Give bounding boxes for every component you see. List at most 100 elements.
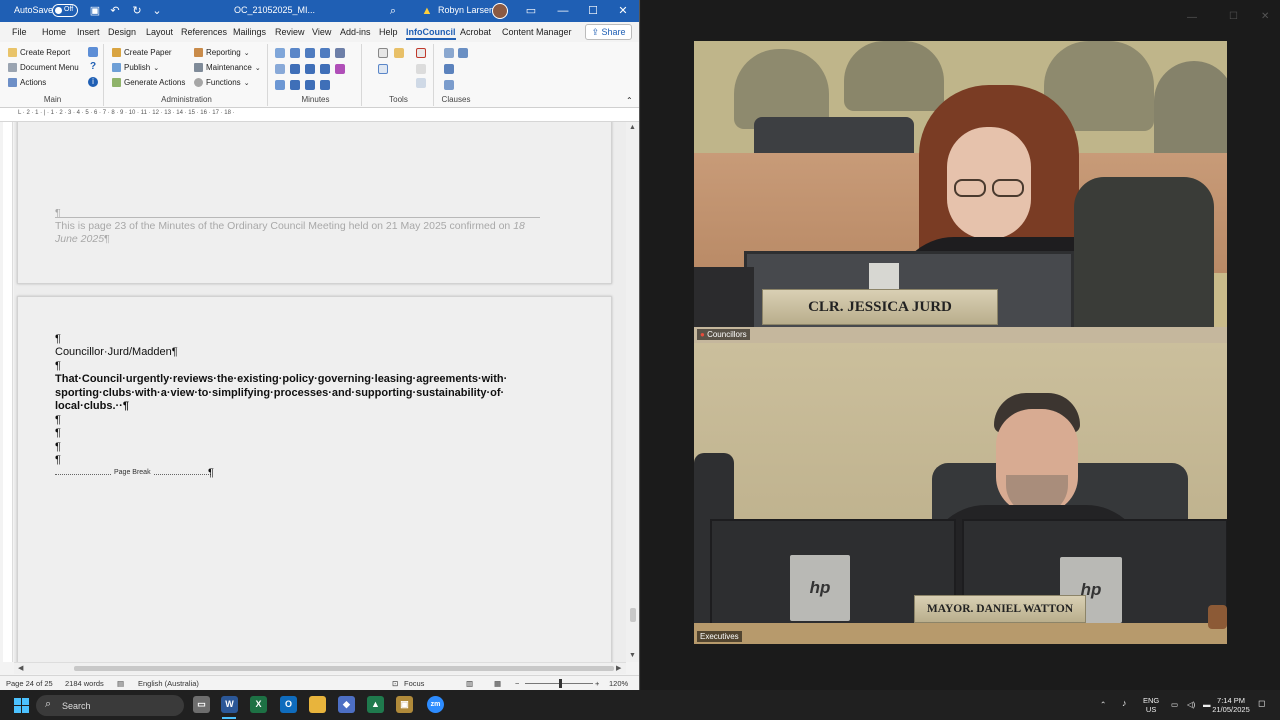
zoom-level[interactable]: 120%: [609, 679, 628, 688]
tab-view[interactable]: View: [312, 27, 331, 37]
minimize-icon[interactable]: —: [554, 3, 572, 19]
word-icon[interactable]: W: [221, 696, 238, 713]
create-report-button[interactable]: Create Report: [8, 48, 70, 57]
document-menu-button[interactable]: Document Menu: [8, 63, 79, 72]
vertical-scrollbar[interactable]: ▲ ▼: [626, 122, 639, 662]
help-icon[interactable]: ?: [88, 62, 98, 72]
spell-icon[interactable]: [416, 64, 426, 74]
minimize-icon[interactable]: —: [1187, 12, 1197, 23]
app-icon[interactable]: ▣: [396, 696, 413, 713]
excel-icon[interactable]: X: [250, 696, 267, 713]
minutes-tool-icon[interactable]: [275, 80, 285, 90]
minutes-tool-icon[interactable]: [275, 64, 285, 74]
zoom-slider-thumb[interactable]: [559, 679, 563, 688]
minutes-tool-icon[interactable]: [305, 64, 315, 74]
scroll-left-icon[interactable]: ◀: [18, 664, 23, 672]
info-icon[interactable]: i: [88, 77, 98, 87]
tab-layout[interactable]: Layout: [146, 27, 173, 37]
redo-icon[interactable]: ↻: [128, 3, 146, 19]
task-view-icon[interactable]: ▭: [193, 696, 210, 713]
minutes-tool-icon[interactable]: [335, 64, 345, 74]
file-explorer-icon[interactable]: [309, 696, 326, 713]
create-paper-button[interactable]: Create Paper: [112, 48, 172, 57]
close-icon[interactable]: ✕: [614, 3, 632, 19]
functions-button[interactable]: Functions ⌄: [194, 78, 250, 87]
maximize-icon[interactable]: ☐: [1229, 11, 1238, 22]
ribbon-display-icon[interactable]: ▭: [522, 3, 540, 19]
tab-help[interactable]: Help: [379, 27, 398, 37]
user-name[interactable]: Robyn Larsen: [438, 5, 494, 15]
minutes-tool-icon[interactable]: [320, 48, 330, 58]
minutes-tool-icon[interactable]: [305, 80, 315, 90]
panel-icon[interactable]: [88, 47, 98, 57]
maximize-icon[interactable]: ☐: [584, 3, 602, 19]
windows-start-icon[interactable]: [14, 698, 29, 713]
close-icon[interactable]: ✕: [1261, 11, 1269, 22]
maintenance-button[interactable]: Maintenance ⌄: [194, 63, 261, 72]
tab-content-manager[interactable]: Content Manager: [502, 27, 572, 37]
pdf-icon[interactable]: [416, 48, 426, 58]
search-box[interactable]: ⌕ Search: [36, 695, 184, 716]
focus-button[interactable]: Focus: [404, 679, 424, 688]
generate-actions-button[interactable]: Generate Actions: [112, 78, 185, 87]
hscroll-thumb[interactable]: [74, 666, 614, 671]
tab-references[interactable]: References: [181, 27, 227, 37]
clause-icon[interactable]: [444, 48, 454, 58]
actions-button[interactable]: Actions: [8, 78, 46, 87]
vertical-ruler[interactable]: [3, 122, 13, 662]
scroll-up-icon[interactable]: ▲: [629, 124, 636, 131]
copy-icon[interactable]: [378, 48, 388, 58]
mic-icon[interactable]: ♪: [1122, 699, 1127, 708]
undo-icon[interactable]: ↶: [106, 3, 124, 19]
volume-icon[interactable]: ◁): [1187, 700, 1195, 709]
zoom-in-button[interactable]: +: [595, 679, 599, 688]
zoom-icon[interactable]: zm: [427, 696, 444, 713]
read-mode-icon[interactable]: ▥: [466, 679, 473, 688]
folder-icon[interactable]: [394, 48, 404, 58]
tab-file[interactable]: File: [12, 27, 27, 37]
tab-add-ins[interactable]: Add-ins: [340, 27, 371, 37]
customize-toolbar-icon[interactable]: ⌄: [148, 3, 166, 19]
page-count[interactable]: Page 24 of 25: [6, 679, 53, 688]
focus-icon[interactable]: ⊡: [392, 679, 398, 688]
notification-icon[interactable]: ◻: [1258, 699, 1265, 708]
tab-acrobat[interactable]: Acrobat: [460, 27, 491, 37]
network-icon[interactable]: ▭: [1171, 700, 1178, 709]
autosave-toggle[interactable]: Off: [52, 4, 78, 17]
word-count[interactable]: 2184 words: [65, 679, 104, 688]
scroll-down-icon[interactable]: ▼: [629, 652, 636, 659]
minutes-tool-icon[interactable]: [290, 48, 300, 58]
app-icon[interactable]: ▲: [367, 696, 384, 713]
clause-icon[interactable]: [444, 64, 454, 74]
minutes-tool-icon[interactable]: [305, 48, 315, 58]
language[interactable]: English (Australia): [138, 679, 199, 688]
proofing-icon[interactable]: ▤: [117, 679, 124, 688]
minutes-tool-icon[interactable]: [320, 80, 330, 90]
document-title[interactable]: OC_21052025_MI...: [234, 5, 315, 15]
tool-icon[interactable]: [416, 78, 426, 88]
outlook-icon[interactable]: O: [280, 696, 297, 713]
web-layout-icon[interactable]: ▦: [494, 679, 501, 688]
minutes-tool-icon[interactable]: [275, 48, 285, 58]
scroll-right-icon[interactable]: ▶: [616, 664, 621, 672]
horizontal-scrollbar[interactable]: ◀ ▶: [14, 662, 626, 674]
clause-icon[interactable]: [458, 48, 468, 58]
share-button[interactable]: ⇪ Share: [585, 24, 632, 40]
clause-icon[interactable]: [444, 80, 454, 90]
app-icon[interactable]: ◆: [338, 696, 355, 713]
chevron-up-icon[interactable]: ⌃: [1100, 700, 1106, 709]
reporting-button[interactable]: Reporting ⌄: [194, 48, 250, 57]
warning-icon[interactable]: ▲: [418, 3, 436, 19]
minutes-tool-icon[interactable]: [320, 64, 330, 74]
minutes-tool-icon[interactable]: [290, 80, 300, 90]
tab-design[interactable]: Design: [108, 27, 136, 37]
publish-button[interactable]: Publish ⌄: [112, 63, 159, 72]
horizontal-ruler[interactable]: L · 2 · 1 · | · 1 · 2 · 3 · 4 · 5 · 6 · …: [0, 108, 639, 122]
tab-mailings[interactable]: Mailings: [233, 27, 266, 37]
avatar[interactable]: [492, 3, 508, 19]
minutes-tool-icon[interactable]: [290, 64, 300, 74]
document-area[interactable]: ¶ This is page 23 of the Minutes of the …: [14, 122, 626, 662]
tab-insert[interactable]: Insert: [77, 27, 100, 37]
zoom-out-button[interactable]: −: [515, 679, 519, 688]
search-icon[interactable]: ⌕: [384, 3, 402, 19]
